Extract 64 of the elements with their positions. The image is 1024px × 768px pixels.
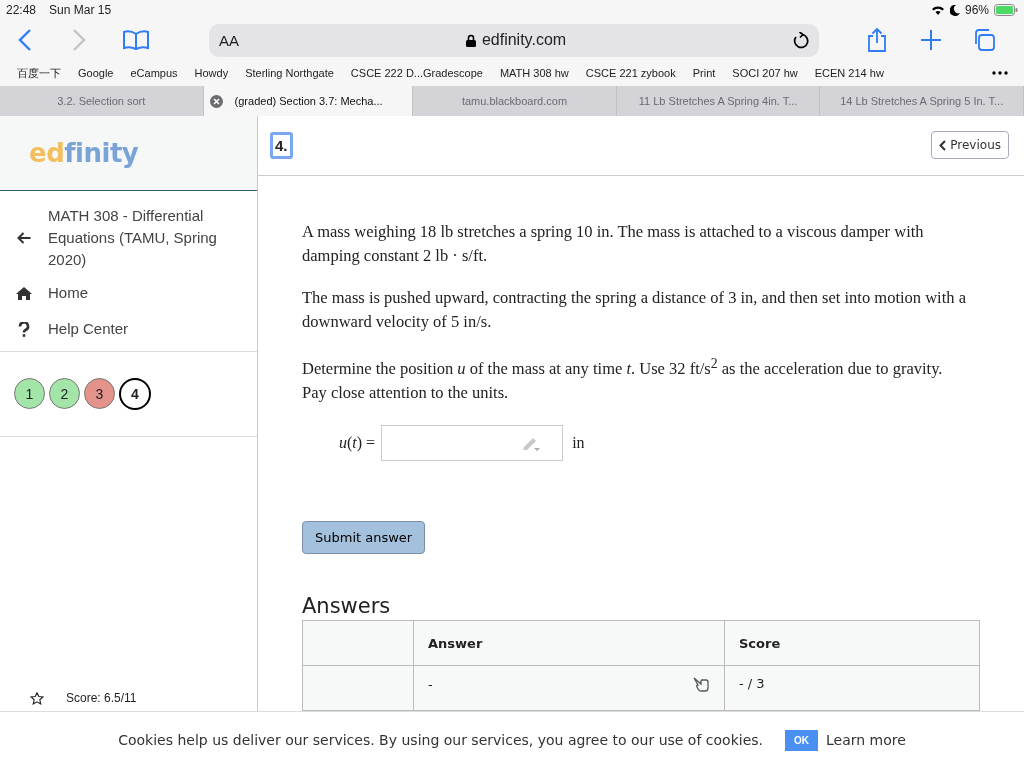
tabs-icon[interactable]	[973, 29, 995, 51]
address-bar[interactable]: AA edfinity.com	[209, 23, 819, 57]
bookmark-link[interactable]: Google	[78, 67, 114, 79]
table-cell: - / 3	[724, 665, 980, 711]
browser-tab[interactable]: 14 Lb Stretches A Spring 5 In. T...	[820, 86, 1024, 116]
hand-pointer-icon[interactable]	[692, 676, 710, 692]
chevron-left-icon	[939, 139, 947, 151]
bookmark-link[interactable]: CSCE 222 D...Gradescope	[350, 67, 483, 79]
problem-text: The mass is pushed upward, contracting the spring a distance of 3 in, and then set into motion with a downward velocity of 5 in/s.	[302, 286, 967, 333]
text-size-button[interactable]: AA	[219, 31, 239, 49]
battery-icon	[994, 4, 1018, 16]
answer-field[interactable]	[381, 425, 564, 461]
browser-tab[interactable]: tamu.blackboard.com	[413, 86, 617, 116]
book-icon[interactable]	[123, 30, 149, 50]
back-arrow-icon	[16, 232, 32, 244]
browser-tab[interactable]: 11 Lb Stretches A Spring 4in. T...	[616, 86, 821, 116]
moon-icon	[949, 4, 960, 16]
table-header: Score	[724, 620, 980, 666]
course-link[interactable]: MATH 308 - Differential Equations (TAMU, Spring 2020)	[0, 201, 257, 275]
home-icon	[16, 286, 32, 300]
reload-icon[interactable]	[793, 31, 809, 49]
back-icon[interactable]	[18, 29, 32, 51]
lock-icon	[465, 33, 476, 47]
table-cell: -	[413, 665, 725, 711]
answer-label: u(t) =	[339, 434, 376, 452]
close-icon[interactable]	[209, 94, 223, 108]
problem-text: A mass weighing 18 lb stretches a spring 10 in. The mass is attached to a viscous damper with damping constant 2 lb · s/ft.	[302, 220, 925, 267]
previous-button[interactable]: Previous	[931, 131, 1009, 160]
browser-tab[interactable]: (graded) Section 3.7: Mecha...	[203, 86, 414, 116]
wifi-icon	[930, 4, 945, 16]
star-icon	[30, 691, 44, 705]
bookmark-link[interactable]: Howdy	[194, 67, 229, 79]
question-icon	[16, 321, 32, 337]
bookmark-link[interactable]: 百度一下	[17, 65, 61, 81]
bookmark-link[interactable]: eCampus	[130, 67, 178, 79]
sidebar-item[interactable]: Help Center	[0, 311, 257, 347]
url-text: edfinity.com	[481, 31, 567, 49]
bookmark-link[interactable]: ECEN 214 hw	[814, 67, 884, 79]
battery-percent: 96%	[964, 3, 989, 17]
sidebar-item[interactable]: Home	[0, 275, 257, 311]
share-icon[interactable]	[867, 28, 887, 52]
question-number-label: 4.	[270, 131, 293, 159]
bookmark-link[interactable]: Sterling Northgate	[245, 67, 334, 79]
bookmark-link[interactable]: CSCE 221 zybook	[585, 67, 676, 79]
unit-label: in	[572, 434, 585, 452]
question-number[interactable]: 1	[14, 378, 45, 409]
cookie-notice: Cookies help us deliver our services. By using our services, you agree to our use of cookies.	[118, 732, 763, 748]
problem-text: Determine the position u of the mass at any time t. Use 32 ft/s$^{2}$ as the acceleration due to gravity. Pay close attention to the units.	[302, 354, 944, 404]
bookmark-link[interactable]: Print	[692, 67, 716, 79]
more-icon[interactable]	[992, 71, 1008, 75]
submit-answer-button[interactable]: Submit answer	[302, 521, 426, 554]
answers-heading: Answers	[302, 594, 392, 618]
score-text: Score: 6.5/11	[66, 691, 137, 705]
clock-time: 22:48	[6, 3, 37, 17]
question-number[interactable]: 4	[119, 378, 151, 410]
pencil-icon	[522, 435, 541, 451]
plus-icon[interactable]	[921, 30, 941, 50]
question-number[interactable]: 2	[49, 378, 80, 409]
date: Sun Mar 15	[49, 3, 112, 17]
table-header: Answer	[413, 620, 725, 666]
bookmark-link[interactable]: MATH 308 hw	[499, 67, 569, 79]
question-number[interactable]: 3	[84, 378, 115, 409]
bookmark-link[interactable]: SOCI 207 hw	[732, 67, 798, 79]
learn-more-link[interactable]: Learn more	[826, 732, 906, 748]
